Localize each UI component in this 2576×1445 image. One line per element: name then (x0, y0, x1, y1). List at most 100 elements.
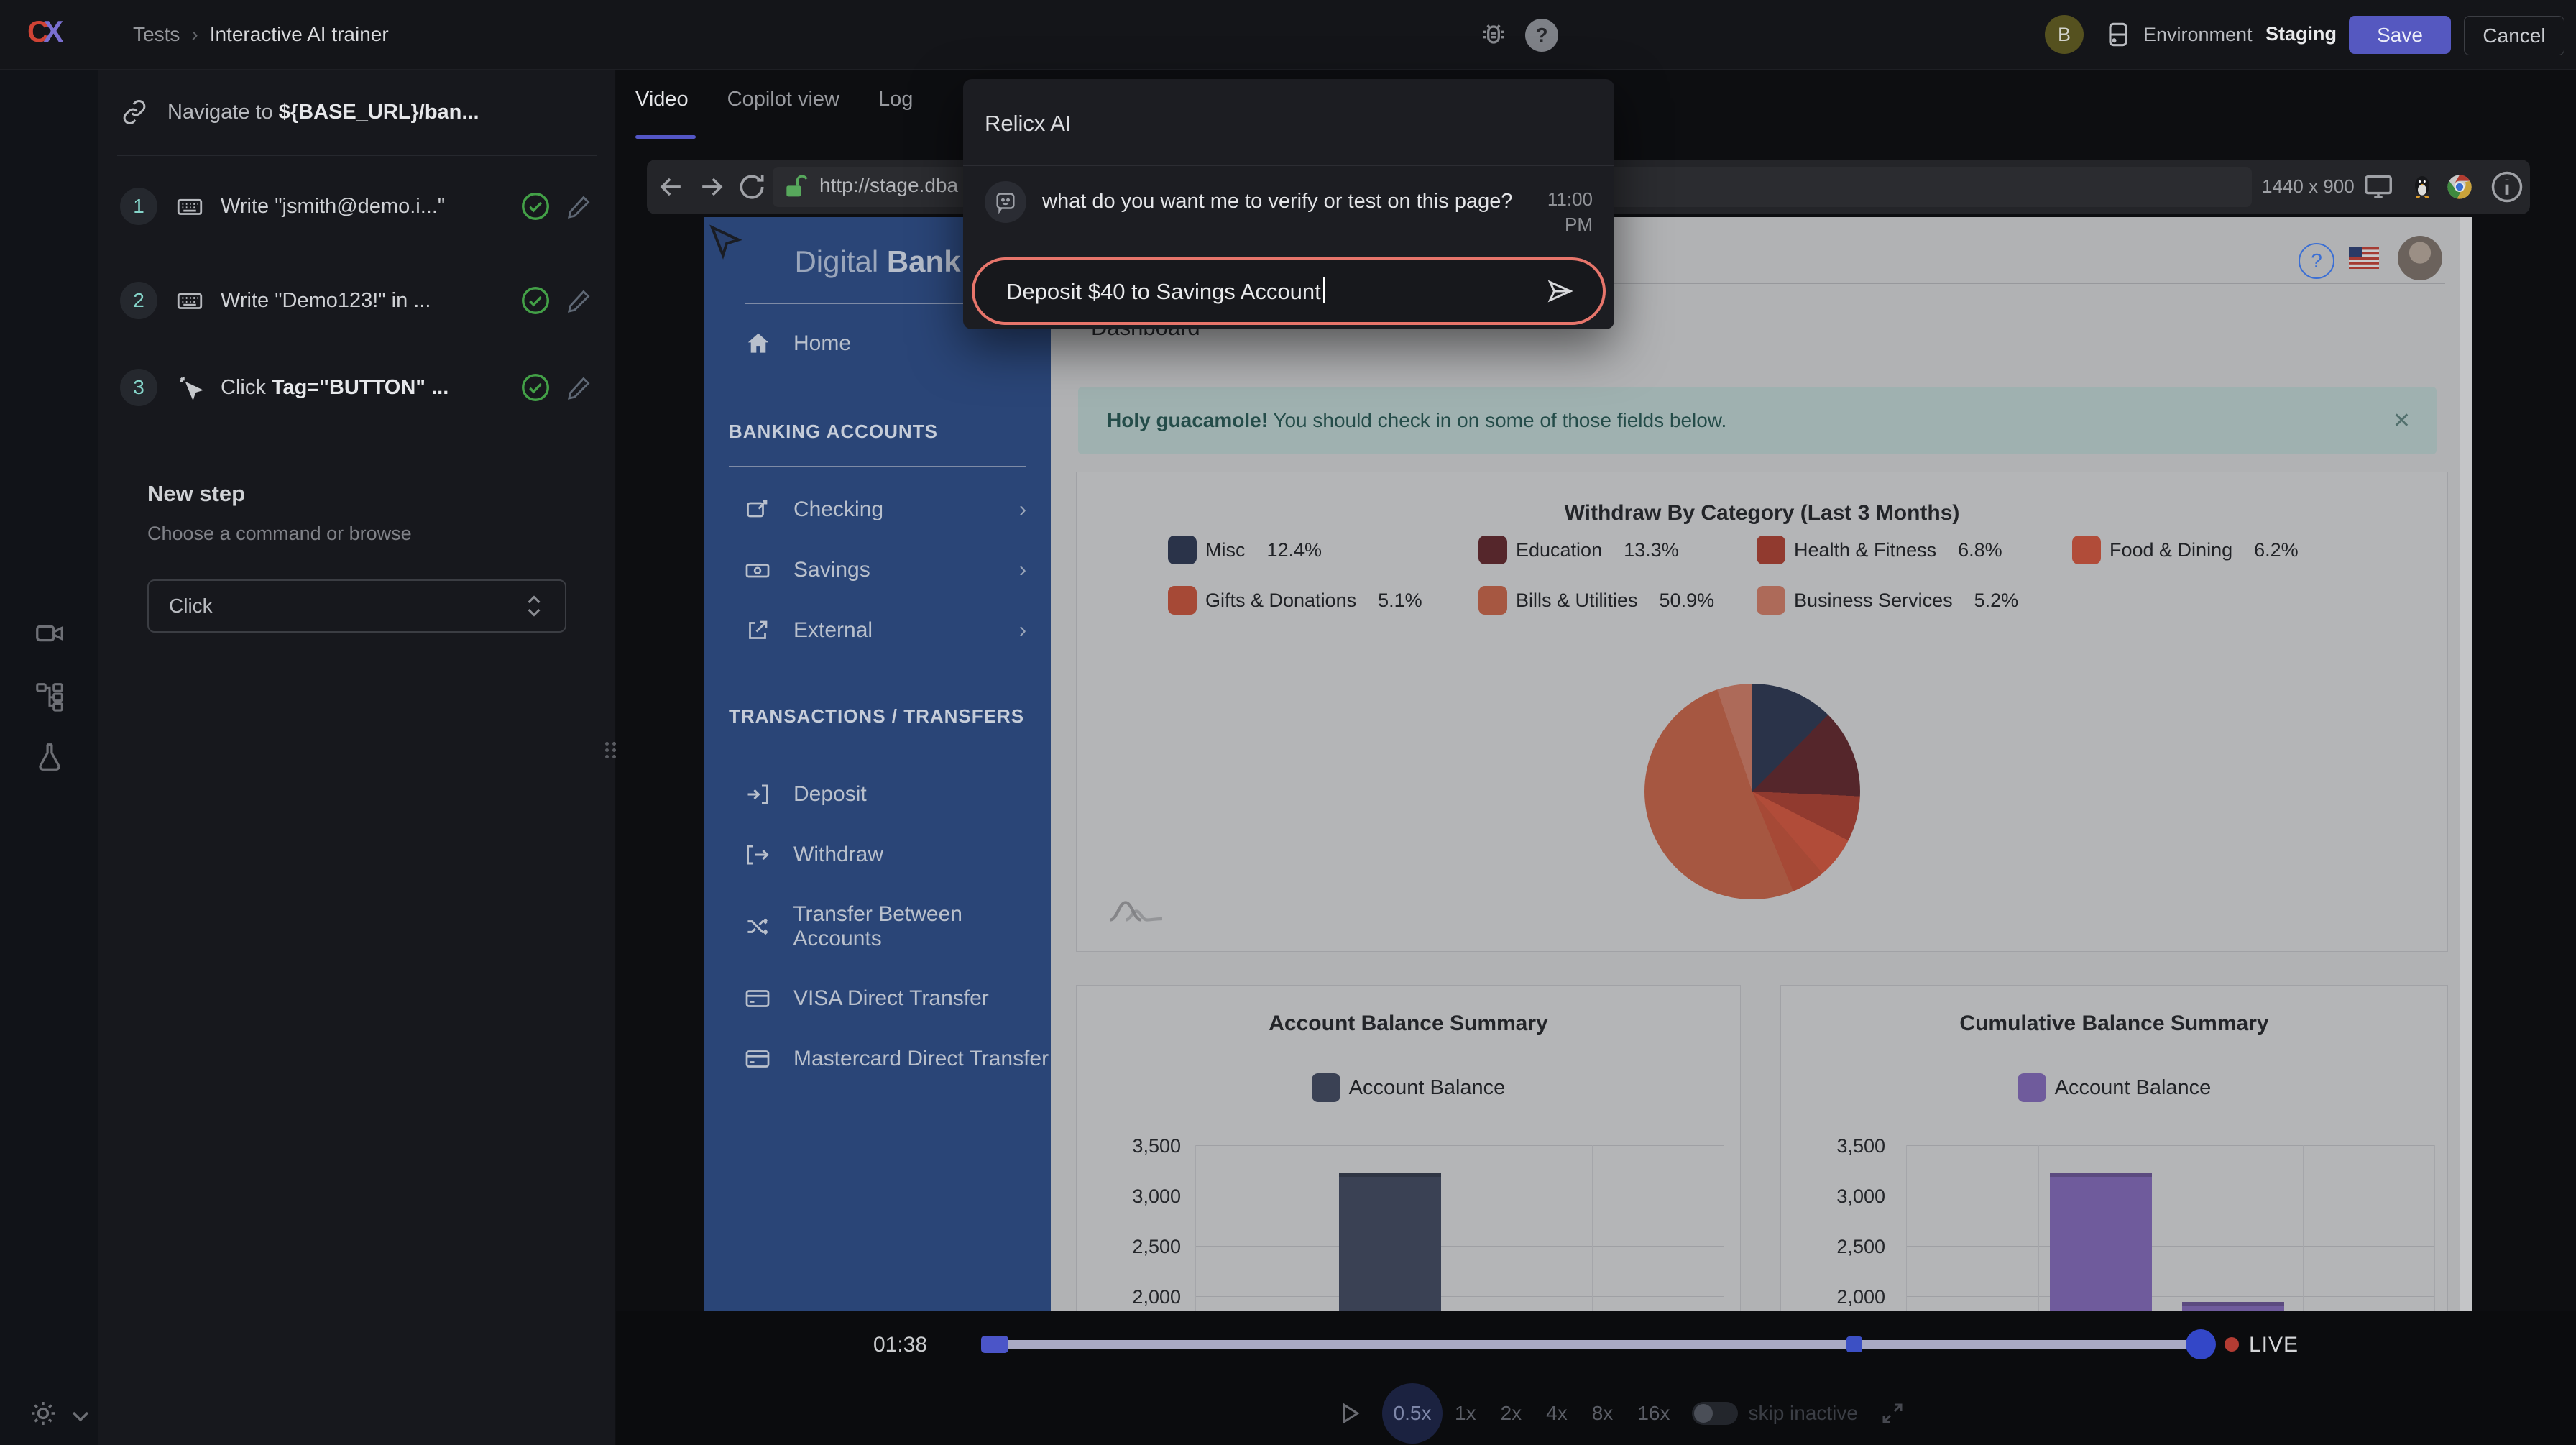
edit-pencil-icon[interactable] (565, 192, 594, 221)
tab-log[interactable]: Log (878, 88, 913, 111)
bank-nav-sidebar: Digital Bank Home BANKING ACCOUNTS Check… (704, 217, 1051, 1311)
flow-tree-icon[interactable] (33, 679, 66, 712)
y-axis-label: 3,000 (1105, 1185, 1181, 1208)
ai-prompt-input[interactable]: Deposit $40 to Savings Account (972, 257, 1606, 325)
speed-0-5x[interactable]: 0.5x (1382, 1383, 1443, 1444)
speed-1x[interactable]: 1x (1455, 1402, 1476, 1425)
skip-inactive-toggle[interactable] (1692, 1402, 1738, 1425)
step-number: 3 (120, 369, 157, 406)
legend-swatch (1478, 586, 1507, 615)
panel-drag-handle[interactable] (605, 739, 611, 768)
new-step-hint: Choose a command or browse (147, 523, 566, 545)
panel-drag-handle-dots (612, 739, 618, 768)
fullscreen-icon[interactable] (1880, 1400, 1905, 1426)
speed-8x[interactable]: 8x (1592, 1402, 1614, 1425)
bar-3230[interactable] (1339, 1173, 1441, 1311)
y-axis-label: 3,500 (1810, 1135, 1885, 1157)
tab-video[interactable]: Video (635, 88, 689, 111)
bank-nav-withdraw[interactable]: Withdraw (745, 842, 1051, 868)
step-action: Click (221, 376, 272, 399)
url-text: http://stage.dba (819, 174, 958, 197)
steps-sidebar: Navigate to ${BASE_URL}/ban... 1 Write "… (98, 69, 615, 1445)
help-icon[interactable]: ? (1525, 19, 1558, 52)
legend-item: Bills & Utilities50.9% (1478, 586, 1757, 615)
step-row-2[interactable]: 2 Write "Demo123!" in ... (98, 257, 615, 344)
breadcrumb-tests[interactable]: Tests (133, 23, 180, 46)
external-link-icon (745, 618, 770, 643)
pie-legend-row-1: Misc12.4% Education13.3% Health & Fitnes… (1168, 536, 2390, 564)
edit-pencil-icon[interactable] (565, 286, 594, 315)
y-axis-label: 2,500 (1105, 1236, 1181, 1258)
command-select[interactable]: Click (147, 579, 566, 633)
relicx-title: Relicx AI (985, 111, 1614, 137)
pie-legend-row-2: Gifts & Donations5.1% Bills & Utilities5… (1168, 586, 2390, 615)
browser-forward-icon[interactable] (696, 171, 727, 203)
step-arg: Tag="BUTTON" ... (272, 376, 448, 399)
timeline-track[interactable] (981, 1340, 2212, 1349)
bar-3230[interactable] (2050, 1173, 2152, 1311)
alert-close-icon[interactable]: ✕ (2393, 408, 2411, 434)
step-row-1[interactable]: 1 Write "jsmith@demo.i..." (98, 156, 615, 257)
play-icon[interactable] (1335, 1399, 1363, 1428)
timeline-event-marker[interactable] (1846, 1336, 1862, 1352)
info-icon[interactable] (2488, 168, 2526, 206)
legend-swatch (1168, 536, 1197, 564)
speed-4x[interactable]: 4x (1546, 1402, 1568, 1425)
cancel-button[interactable]: Cancel (2464, 16, 2564, 55)
speed-16x[interactable]: 16x (1637, 1402, 1670, 1425)
bank-nav-mastercard[interactable]: Mastercard Direct Transfer (745, 1046, 1051, 1072)
withdraw-category-pie[interactable] (1644, 684, 1860, 899)
navigate-step[interactable]: Navigate to ${BASE_URL}/ban... (98, 69, 615, 155)
bar-1940[interactable] (2182, 1302, 2284, 1311)
edit-pencil-icon[interactable] (565, 373, 594, 402)
bank-user-avatar[interactable] (2398, 236, 2442, 280)
linux-tux-icon (2408, 173, 2437, 201)
bank-nav-external-label: External (794, 618, 873, 643)
app-logo[interactable]: C X (27, 14, 63, 49)
bank-nav-checking[interactable]: Checking › (745, 497, 1026, 523)
tab-copilot-view[interactable]: Copilot view (727, 88, 840, 111)
bank-nav-transfer-between[interactable]: Transfer Between Accounts (745, 902, 1051, 951)
bank-section-accounts: BANKING ACCOUNTS (729, 421, 1051, 443)
send-icon[interactable] (1545, 277, 1574, 306)
breadcrumb-separator: › (191, 23, 198, 46)
step-row-3[interactable]: 3 Click Tag="BUTTON" ... (98, 344, 615, 431)
bank-nav-deposit[interactable]: Deposit (745, 781, 1051, 807)
save-button[interactable]: Save (2349, 16, 2451, 54)
bank-nav-external[interactable]: External › (745, 618, 1026, 643)
y-axis-label: 3,000 (1810, 1185, 1885, 1208)
speed-2x[interactable]: 2x (1501, 1402, 1522, 1425)
bank-brand-bold: Bank (887, 244, 961, 278)
chevron-down-icon[interactable] (66, 1402, 95, 1431)
viewport-resolution: 1440 x 900 (2262, 175, 2355, 198)
bank-nav-checking-label: Checking (794, 497, 883, 522)
flask-icon[interactable] (33, 740, 66, 774)
step-number: 2 (120, 282, 157, 319)
bug-icon[interactable] (1478, 19, 1509, 50)
video-camera-icon[interactable] (33, 617, 66, 650)
legend-swatch (2018, 1073, 2046, 1102)
playback-controls: 0.5x 1x 2x 4x 8x 16x skip inactive (1335, 1383, 1905, 1444)
video-player-bar: 01:38 LIVE 0.5x 1x 2x 4x 8x 16x skip ina… (616, 1311, 2576, 1445)
bank-help-icon[interactable]: ? (2299, 243, 2334, 279)
bank-nav-home[interactable]: Home (745, 330, 1051, 357)
page-scrollbar[interactable] (2460, 217, 2472, 1311)
cumulative-balance-card: Cumulative Balance Summary Account Balan… (1780, 985, 2448, 1311)
us-flag-icon[interactable] (2349, 247, 2379, 269)
user-avatar[interactable]: B (2045, 15, 2084, 54)
check-circle-icon (519, 284, 552, 317)
bank-nav-visa[interactable]: VISA Direct Transfer (745, 986, 1051, 1012)
legend-swatch (1168, 586, 1197, 615)
legend-item: Gifts & Donations5.1% (1168, 586, 1478, 615)
environment-value[interactable]: Staging (2266, 23, 2337, 45)
monitor-icon[interactable] (2362, 170, 2395, 203)
sparkline-icon[interactable] (1108, 894, 1164, 927)
timeline-thumb[interactable] (2186, 1329, 2216, 1359)
browser-reload-icon[interactable] (736, 171, 768, 203)
browser-back-icon[interactable] (656, 171, 687, 203)
command-select-value: Click (169, 595, 213, 618)
settings-gear-icon[interactable] (26, 1396, 60, 1431)
bank-nav-savings[interactable]: Savings › (745, 557, 1026, 583)
legend-swatch (1312, 1073, 1340, 1102)
live-dot (2225, 1337, 2239, 1352)
